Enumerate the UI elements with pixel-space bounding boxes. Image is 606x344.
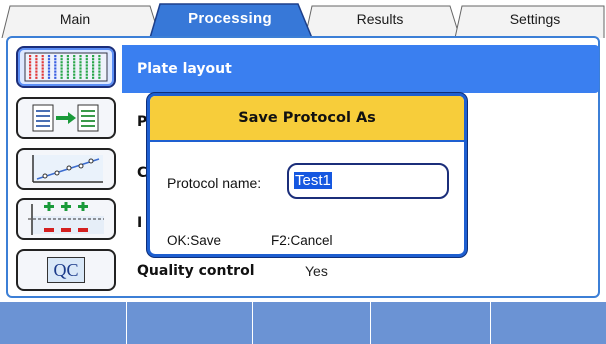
plate-layout-icon (24, 52, 108, 82)
tab-results[interactable]: Results (325, 11, 435, 27)
protocol-name-label: Protocol name: (167, 175, 262, 191)
item-label-row2: P (137, 114, 148, 130)
tab-main[interactable]: Main (30, 11, 120, 27)
save-protocol-dialog: Save Protocol As Protocol name: Test1 OK… (147, 93, 467, 257)
item-label-row4: I (137, 215, 143, 231)
softkey-bar (0, 302, 606, 344)
cutoff-icon (28, 202, 104, 235)
cutoff-button[interactable] (16, 198, 116, 240)
softkey-2[interactable] (126, 302, 252, 344)
item-label-row3: C (137, 165, 148, 181)
softkey-3[interactable] (252, 302, 370, 344)
tab-settings[interactable]: Settings (480, 11, 590, 27)
quality-control-button[interactable]: QC (16, 249, 116, 291)
tab-bar: Main Processing Results Settings (0, 0, 606, 38)
cancel-hint[interactable]: F2:Cancel (271, 233, 333, 248)
item-label-plate-layout: Plate layout (137, 61, 232, 77)
softkey-1[interactable] (0, 302, 126, 344)
curve-fit-icon (32, 155, 103, 183)
softkey-4[interactable] (370, 302, 490, 344)
quality-control-value: Yes (305, 263, 328, 279)
curve-fit-button[interactable] (16, 148, 116, 190)
ok-save-hint[interactable]: OK:Save (167, 233, 221, 248)
qc-icon: QC (47, 257, 85, 283)
dialog-title: Save Protocol As (150, 96, 464, 142)
transform-button[interactable] (16, 97, 116, 139)
softkey-5[interactable] (490, 302, 606, 344)
item-label-quality-control: Quality control (137, 263, 255, 279)
transform-icon (32, 104, 99, 132)
plate-layout-button[interactable] (16, 46, 116, 88)
protocol-name-value: Test1 (294, 172, 332, 189)
protocol-name-input[interactable]: Test1 (287, 163, 449, 199)
tab-processing[interactable]: Processing (170, 10, 290, 27)
